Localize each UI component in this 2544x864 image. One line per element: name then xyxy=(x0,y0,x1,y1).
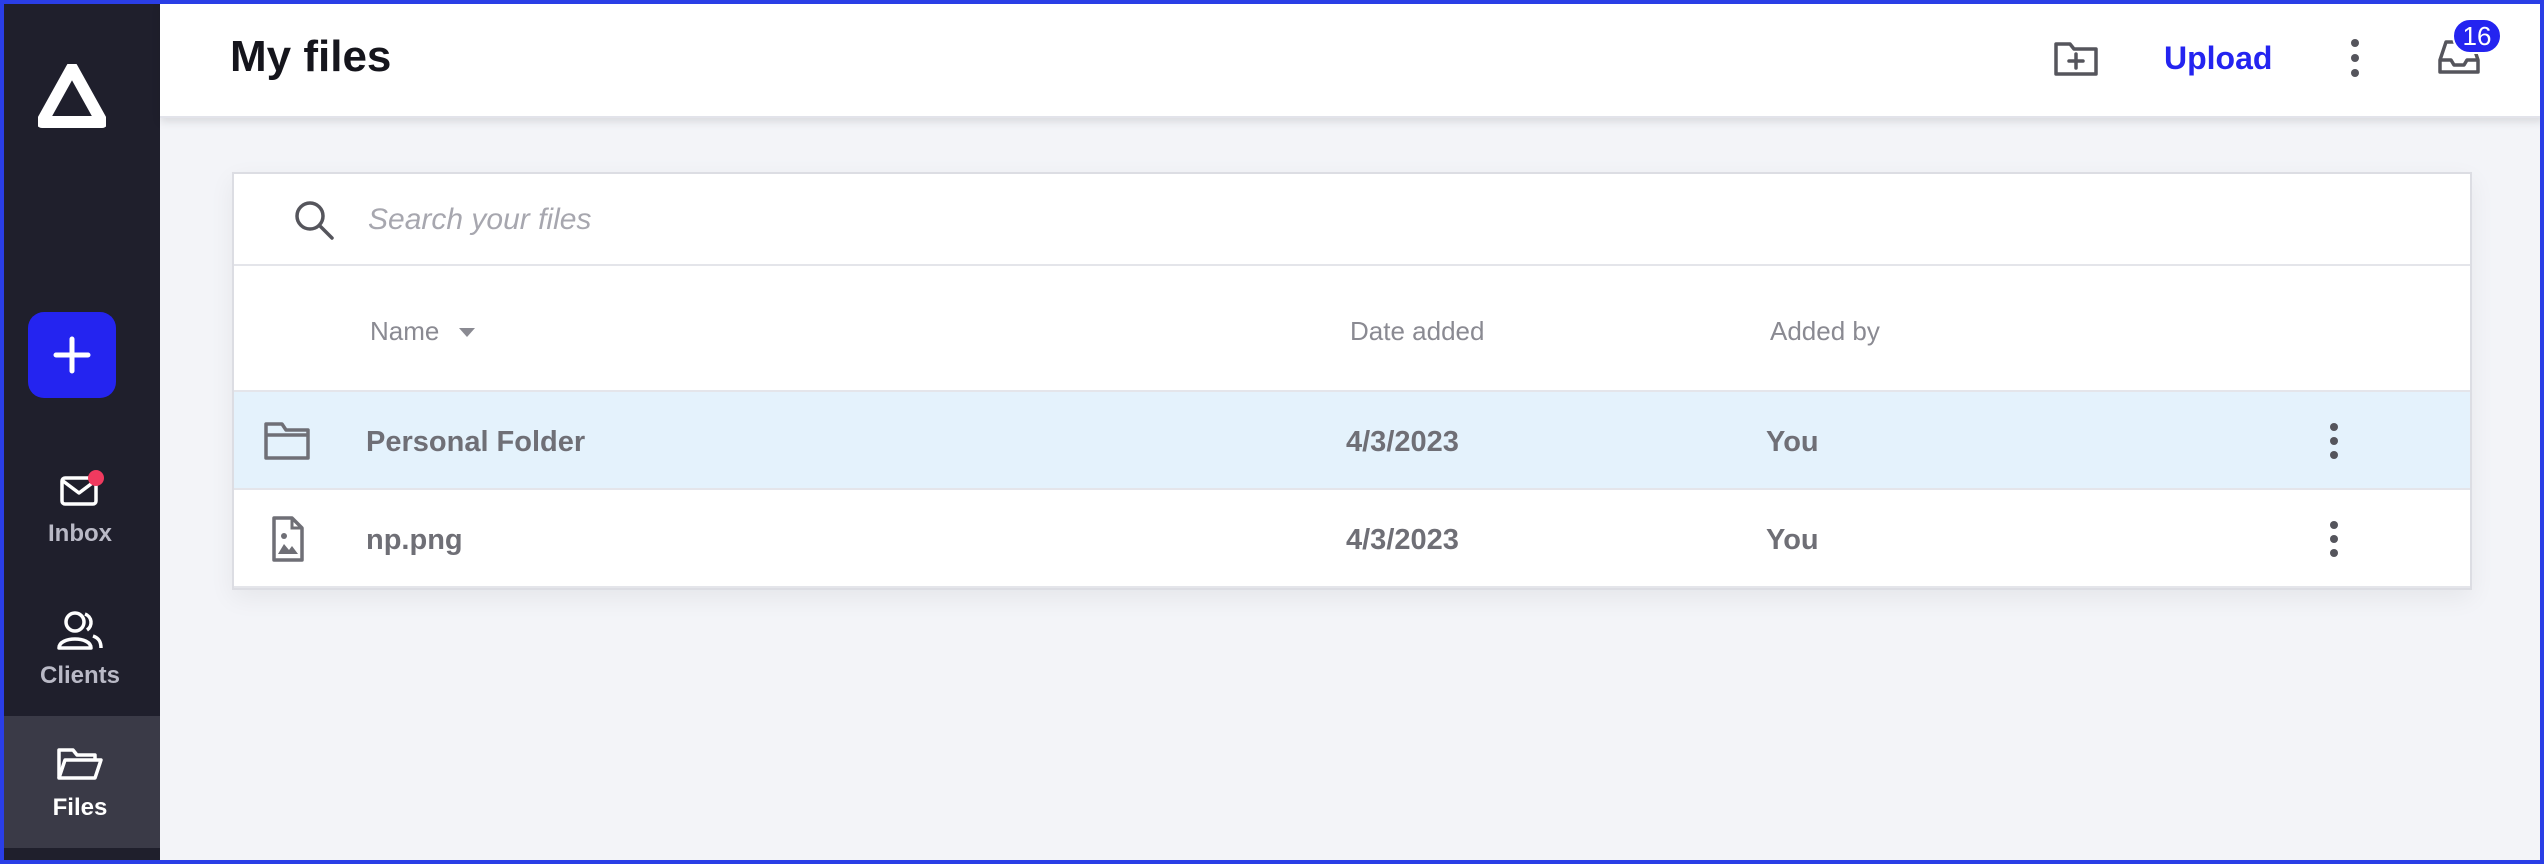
sidebar-item-label: Files xyxy=(52,794,108,821)
sidebar-item-inbox[interactable]: Inbox xyxy=(0,470,160,570)
file-name[interactable]: Personal Folder xyxy=(366,426,585,459)
folder-open-icon xyxy=(57,748,103,780)
search-input[interactable] xyxy=(368,192,2428,248)
column-header-name[interactable]: Name xyxy=(370,316,477,347)
notification-dot xyxy=(88,470,104,486)
search-icon xyxy=(295,201,334,240)
column-header-label: Name xyxy=(370,316,440,346)
users-icon xyxy=(57,611,103,650)
page-title: My files xyxy=(230,32,392,81)
more-vertical-icon[interactable] xyxy=(2322,518,2346,560)
sidebar-item-clients[interactable]: Clients xyxy=(0,608,160,708)
file-added-by: You xyxy=(1766,426,1819,458)
file-date: 4/3/2023 xyxy=(1346,524,1459,556)
sidebar-item-files[interactable]: Files xyxy=(0,716,160,848)
table-header: Name Date added Added by xyxy=(234,266,2470,392)
more-vertical-icon[interactable] xyxy=(2322,420,2346,462)
new-folder-icon[interactable] xyxy=(2052,36,2100,82)
app-logo[interactable] xyxy=(38,64,106,128)
column-header-date[interactable]: Date added xyxy=(1350,316,1484,347)
plus-icon xyxy=(53,336,91,374)
table-row[interactable]: np.png 4/3/2023 You xyxy=(234,490,2470,588)
more-vertical-icon[interactable] xyxy=(2342,36,2368,80)
files-table-card: Name Date added Added by Personal Folder… xyxy=(232,172,2472,590)
folder-icon xyxy=(264,422,310,460)
table-row[interactable]: Personal Folder 4/3/2023 You xyxy=(234,392,2470,490)
search-bar xyxy=(234,174,2470,266)
inbox-count-badge: 16 xyxy=(2452,18,2502,54)
image-file-icon xyxy=(272,516,304,562)
file-date: 4/3/2023 xyxy=(1346,426,1459,458)
file-added-by: You xyxy=(1766,524,1819,556)
sidebar: Inbox Clients Files xyxy=(0,0,160,864)
sidebar-item-label: Inbox xyxy=(48,520,112,547)
sidebar-item-label: Clients xyxy=(39,662,120,689)
add-button[interactable] xyxy=(28,312,116,398)
upload-button[interactable]: Upload xyxy=(2164,40,2272,77)
file-name[interactable]: np.png xyxy=(366,524,463,557)
sort-desc-icon xyxy=(459,327,476,337)
column-header-added-by[interactable]: Added by xyxy=(1770,316,1880,347)
top-bar: My files Upload 16 xyxy=(160,0,2544,118)
